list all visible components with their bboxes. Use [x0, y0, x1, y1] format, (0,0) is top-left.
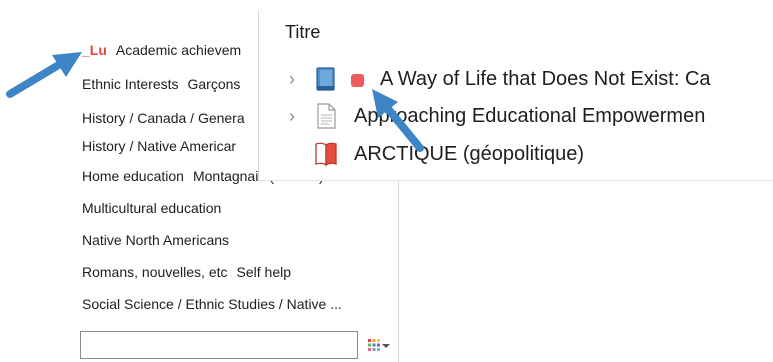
item-title: Approaching Educational Empowermen [354, 105, 706, 127]
document-icon [317, 103, 336, 129]
items-tree: Titre › A Way of Life that Does Not Exis… [258, 10, 773, 181]
column-header-title[interactable]: Titre [285, 22, 320, 43]
tag-item[interactable]: Social Science / Ethnic Studies / Native… [82, 296, 342, 312]
tag-filter-input[interactable] [80, 331, 358, 359]
item-row[interactable]: ARCTIQUE (géopolitique) [259, 137, 773, 171]
tag-item[interactable]: History / Native Americar [82, 138, 236, 154]
tag-item[interactable]: History / Canada / Genera [82, 110, 245, 126]
tag-row: Romans, nouvelles, etc Self help [82, 261, 300, 283]
book-icon [316, 67, 335, 91]
item-title: ARCTIQUE (géopolitique) [354, 143, 585, 165]
tag-row: Ethnic Interests Garçons [82, 73, 249, 95]
tag-item[interactable]: Ethnic Interests [82, 76, 179, 92]
tag-row: Native North Americans [82, 229, 238, 251]
tag-row: _Lu Academic achievem [82, 39, 250, 61]
tag-row: Social Science / Ethnic Studies / Native… [82, 293, 351, 315]
tag-selector-menu-icon [368, 339, 380, 351]
chevron-right-icon[interactable]: › [289, 70, 303, 88]
tag-item[interactable]: Self help [237, 264, 291, 280]
tag-item[interactable]: Home education [82, 168, 184, 184]
tag-item[interactable]: Romans, nouvelles, etc [82, 264, 228, 280]
item-row[interactable]: › Approaching Educational Empowermen [259, 99, 773, 133]
chevron-down-icon [382, 344, 390, 348]
book-section-icon [315, 142, 337, 167]
chevron-right-icon[interactable]: › [289, 107, 303, 125]
tag-item[interactable]: Multicultural education [82, 200, 221, 216]
tag-item[interactable]: Academic achievem [116, 42, 241, 58]
tag-item[interactable]: Garçons [188, 76, 241, 92]
item-row[interactable]: › A Way of Life that Does Not Exist: Ca [259, 62, 773, 96]
tag-item[interactable]: Native North Americans [82, 232, 229, 248]
tag-row: History / Canada / Genera [82, 107, 254, 129]
tag-item[interactable]: _Lu [82, 42, 107, 58]
tag-color-dot [351, 74, 364, 87]
item-title: A Way of Life that Does Not Exist: Ca [380, 68, 711, 90]
tag-row: Multicultural education [82, 197, 230, 219]
tag-row: History / Native Americar [82, 135, 245, 157]
tag-selector-menu-button[interactable] [366, 336, 392, 354]
